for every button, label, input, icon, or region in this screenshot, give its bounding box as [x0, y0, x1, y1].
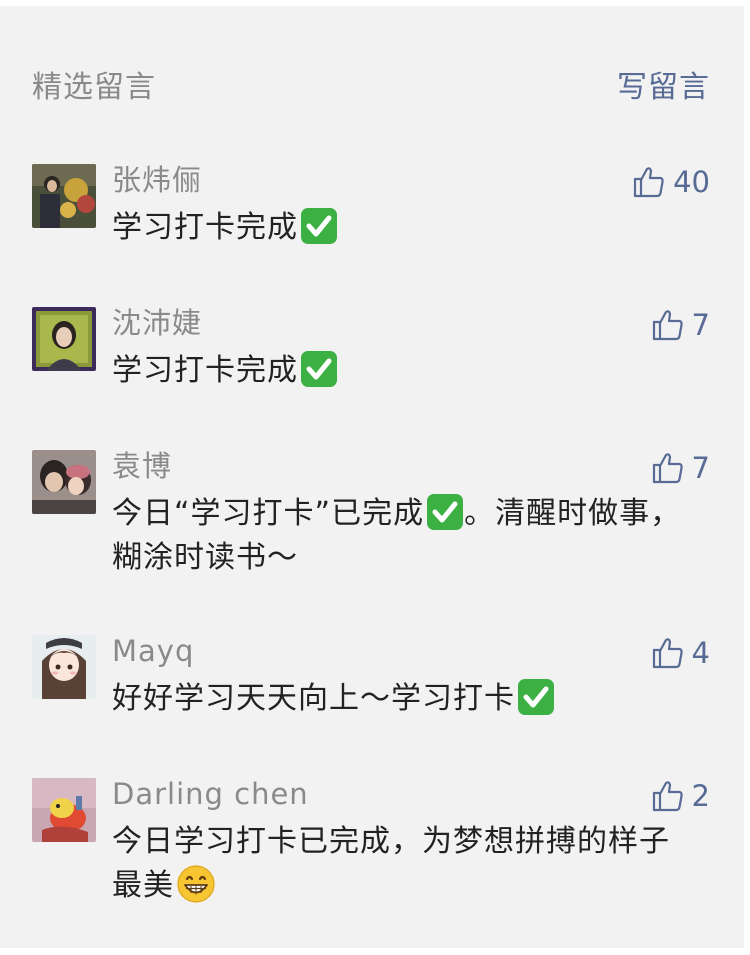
comments-header: 精选留言 写留言 — [32, 66, 710, 110]
check-mark-emoji-icon — [301, 351, 337, 387]
avatar[interactable] — [32, 450, 96, 514]
comment-item: Mayq 4 好好学习天天向上～学习打卡 — [0, 627, 744, 770]
comment-text: 好好学习天天向上～学习打卡 — [112, 677, 692, 721]
comment-author[interactable]: Darling chen — [112, 774, 309, 814]
grinning-face-emoji-icon — [177, 865, 215, 903]
like-button[interactable]: 7 — [652, 305, 710, 345]
thumbs-up-icon — [652, 453, 683, 484]
like-count: 7 — [691, 308, 710, 342]
comment-author[interactable]: 张炜俪 — [112, 160, 202, 200]
like-count: 4 — [691, 636, 710, 670]
comment-text-body: 好好学习天天向上～学习打卡 — [112, 681, 515, 716]
thumbs-up-icon — [633, 167, 664, 198]
avatar[interactable] — [32, 778, 96, 842]
avatar[interactable] — [32, 635, 96, 699]
avatar[interactable] — [32, 307, 96, 371]
comments-panel: 精选留言 写留言 张炜俪 40 学习打卡完成 沈沛婕 7 学习打卡完成 袁博 7… — [0, 6, 744, 948]
comment-text: 今日学习打卡已完成，为梦想拼搏的样子最美 — [112, 820, 692, 908]
comment-text: 今日“学习打卡”已完成 。清醒时做事，糊涂时读书～ — [112, 492, 692, 580]
comment-item: 沈沛婕 7 学习打卡完成 — [0, 299, 744, 442]
comment-item: Darling chen 2 今日学习打卡已完成，为梦想拼搏的样子最美 — [0, 770, 744, 955]
like-button[interactable]: 7 — [652, 448, 710, 488]
like-button[interactable]: 40 — [633, 162, 710, 202]
like-count: 40 — [673, 165, 710, 199]
comment-text-body: 学习打卡完成 — [112, 353, 298, 388]
like-count: 2 — [691, 779, 710, 813]
write-comment-link[interactable]: 写留言 — [617, 66, 710, 110]
thumbs-up-icon — [652, 310, 683, 341]
comment-author[interactable]: 沈沛婕 — [112, 303, 202, 343]
like-button[interactable]: 4 — [652, 633, 710, 673]
like-button[interactable]: 2 — [652, 776, 710, 816]
check-mark-emoji-icon — [301, 208, 337, 244]
featured-comments-title: 精选留言 — [32, 70, 156, 105]
comment-text-body: 学习打卡完成 — [112, 210, 298, 245]
comment-author[interactable]: 袁博 — [112, 446, 172, 486]
thumbs-up-icon — [652, 781, 683, 812]
comment-author[interactable]: Mayq — [112, 631, 194, 671]
comment-text-before: 今日“学习打卡”已完成 — [112, 496, 425, 531]
comment-item: 袁博 7 今日“学习打卡”已完成 。清醒时做事，糊涂时读书～ — [0, 442, 744, 627]
comment-text: 学习打卡完成 — [112, 206, 692, 250]
like-count: 7 — [691, 451, 710, 485]
check-mark-emoji-icon — [518, 679, 554, 715]
comment-text: 学习打卡完成 — [112, 349, 692, 393]
check-mark-emoji-icon — [427, 494, 464, 530]
comment-item: 张炜俪 40 学习打卡完成 — [0, 156, 744, 299]
avatar[interactable] — [32, 164, 96, 228]
comment-list: 张炜俪 40 学习打卡完成 沈沛婕 7 学习打卡完成 袁博 7 今日“学习打卡”… — [0, 156, 744, 955]
thumbs-up-icon — [652, 638, 683, 669]
